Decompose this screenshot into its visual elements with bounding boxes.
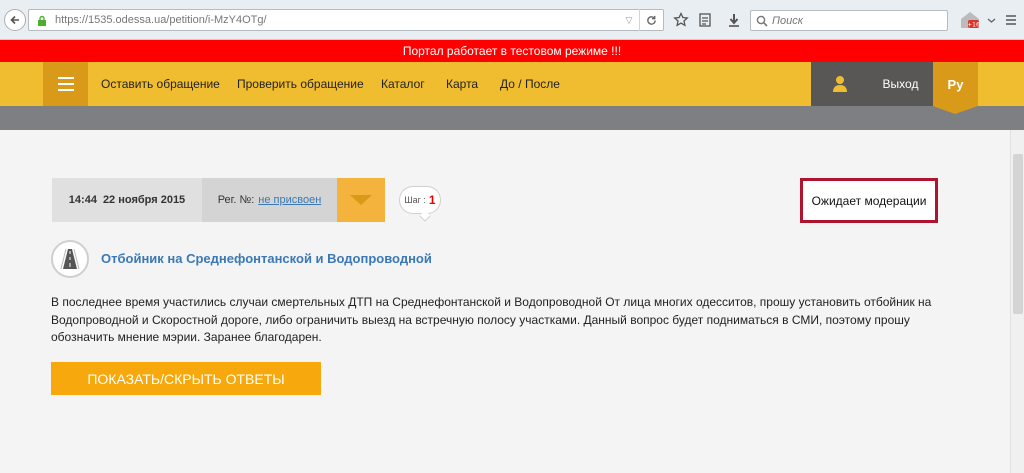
petition-time: 14:44 <box>68 194 97 206</box>
nav-item-check-request[interactable]: Проверить обращение <box>237 62 364 106</box>
nav-item-map[interactable]: Карта <box>446 62 478 106</box>
reload-icon <box>647 15 656 25</box>
search-icon <box>756 15 768 27</box>
nav-item-before-after[interactable]: До / После <box>500 62 560 106</box>
download-icon[interactable] <box>725 11 743 29</box>
url-bar[interactable]: https://1535.odessa.ua/petition/i-MzY4OT… <box>28 9 664 31</box>
registration-number: Рег. №: не присвоен <box>202 178 337 222</box>
main-navigation: Оставить обращение Проверить обращение К… <box>0 62 1024 106</box>
petition-title: Отбойник на Среднефонтанской и Водопрово… <box>101 251 432 266</box>
step-number: 1 <box>428 193 436 207</box>
user-icon <box>832 76 847 92</box>
chevron-down-icon[interactable] <box>985 11 997 29</box>
extension-icon[interactable]: +16 <box>958 11 982 29</box>
hamburger-line <box>57 83 74 85</box>
status-badge: Ожидает модерации <box>800 178 938 223</box>
petition-date: 22 ноября 2015 <box>102 194 186 206</box>
search-input[interactable] <box>772 14 942 27</box>
url-dropdown-icon[interactable]: ▽ <box>619 15 639 26</box>
language-button[interactable]: Ру <box>933 62 978 106</box>
search-box[interactable] <box>750 10 948 31</box>
petition-meta-bar: 14:44 22 ноября 2015 Рег. №: не присвоен <box>52 178 385 222</box>
petition-datetime: 14:44 22 ноября 2015 <box>52 178 202 222</box>
back-button[interactable] <box>4 9 26 31</box>
scrollbar[interactable] <box>1010 130 1024 473</box>
header-divider-strip <box>0 106 1024 130</box>
road-category-icon <box>51 240 89 278</box>
nav-item-catalog[interactable]: Каталог <box>381 62 425 106</box>
petition-body: В последнее время участились случаи смер… <box>51 295 932 344</box>
menu-icon[interactable] <box>1004 11 1018 29</box>
nav-item-submit-request[interactable]: Оставить обращение <box>101 62 220 106</box>
star-icon[interactable] <box>672 11 690 29</box>
user-profile-button[interactable] <box>811 62 868 106</box>
logout-button[interactable]: Выход <box>868 62 933 106</box>
browser-toolbar: https://1535.odessa.ua/petition/i-MzY4OT… <box>0 0 1024 40</box>
meta-expand-button[interactable] <box>337 178 385 222</box>
lock-icon <box>33 15 51 26</box>
svg-text:+16: +16 <box>967 22 980 29</box>
language-indicator-arrow <box>933 106 978 114</box>
triangle-down-icon <box>350 195 372 205</box>
hamburger-line <box>57 77 74 79</box>
hamburger-menu-button[interactable] <box>43 62 88 106</box>
reading-list-icon[interactable] <box>696 11 714 29</box>
registration-label: Рег. №: <box>217 194 255 206</box>
step-label: Шаг : <box>404 195 426 205</box>
url-text: https://1535.odessa.ua/petition/i-MzY4OT… <box>55 14 267 26</box>
reload-button[interactable] <box>639 9 663 31</box>
arrow-left-icon <box>10 15 19 25</box>
toggle-answers-button[interactable]: ПОКАЗАТЬ/СКРЫТЬ ОТВЕТЫ <box>51 362 321 395</box>
registration-value-link[interactable]: не присвоен <box>258 194 321 206</box>
hamburger-line <box>57 89 74 91</box>
scrollbar-thumb[interactable] <box>1013 154 1023 314</box>
step-indicator: Шаг : 1 <box>399 186 441 214</box>
test-mode-banner: Портал работает в тестовом режиме !!! <box>0 40 1024 62</box>
